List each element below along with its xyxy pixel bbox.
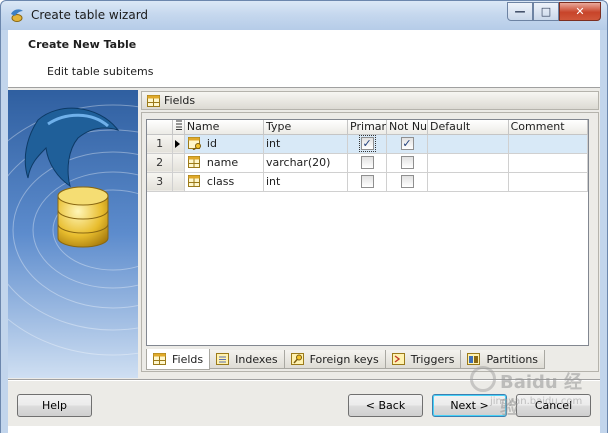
checkmark-icon: ✓ bbox=[358, 135, 376, 152]
row-number: 3 bbox=[147, 172, 174, 192]
field-default-cell[interactable] bbox=[427, 134, 509, 154]
indexes-icon bbox=[216, 353, 230, 365]
close-button[interactable]: ✕ bbox=[559, 2, 601, 21]
grid-header-row: Name Type Primar Not Nu Default Comment bbox=[147, 120, 589, 135]
primary-checkbox[interactable] bbox=[347, 153, 388, 173]
checkbox-box bbox=[400, 175, 414, 189]
next-button[interactable]: Next > bbox=[432, 394, 507, 417]
field-name: id bbox=[206, 137, 217, 150]
wizard-body: Fields Name Type Primar Not Nu Default C… bbox=[8, 88, 600, 426]
tab-triggers[interactable]: Triggers bbox=[384, 350, 462, 369]
page-title: Create New Table bbox=[28, 38, 137, 51]
field-type-cell[interactable]: int bbox=[263, 134, 349, 154]
row-indicator bbox=[172, 153, 185, 173]
field-comment-cell[interactable] bbox=[508, 153, 589, 173]
footer-separator bbox=[8, 379, 600, 381]
column-header-default[interactable]: Default bbox=[427, 120, 509, 135]
minimize-icon: — bbox=[514, 5, 526, 18]
field-default-cell[interactable] bbox=[427, 153, 509, 173]
key-icon bbox=[290, 353, 304, 365]
field-name: class bbox=[206, 175, 235, 188]
cancel-button-label: Cancel bbox=[534, 399, 573, 412]
checkbox-box bbox=[400, 156, 414, 170]
window-title: Create table wizard bbox=[31, 8, 149, 22]
tab-label: Foreign keys bbox=[309, 352, 379, 366]
field-default-cell[interactable] bbox=[427, 172, 509, 192]
checkbox-box bbox=[360, 175, 374, 189]
title-bar: Create table wizard — □ ✕ bbox=[0, 0, 608, 30]
tab-fields[interactable]: Fields bbox=[146, 349, 211, 370]
checkbox-box bbox=[360, 156, 374, 170]
partitions-icon bbox=[467, 353, 481, 365]
field-icon bbox=[187, 175, 200, 187]
table-row[interactable]: 2 name varchar(20) bbox=[147, 153, 589, 173]
back-button[interactable]: < Back bbox=[348, 394, 423, 417]
row-number: 2 bbox=[147, 153, 174, 173]
fields-section-header: Fields bbox=[141, 91, 599, 110]
fields-section-label: Fields bbox=[164, 94, 196, 107]
window-frame-left bbox=[0, 30, 8, 433]
tab-label: Indexes bbox=[235, 352, 278, 366]
column-header-type[interactable]: Type bbox=[263, 120, 349, 135]
fields-grid[interactable]: Name Type Primar Not Nu Default Comment … bbox=[146, 119, 589, 346]
window-frame-right bbox=[600, 30, 608, 433]
row-indicator bbox=[172, 134, 185, 154]
table-icon bbox=[147, 94, 160, 107]
current-row-pointer-icon bbox=[175, 140, 181, 148]
subitem-tabs: Fields Indexes Foreign keys Triggers Par… bbox=[146, 349, 546, 371]
column-header-name[interactable]: Name bbox=[184, 120, 265, 135]
fields-panel: Name Type Primar Not Nu Default Comment … bbox=[141, 112, 599, 372]
field-comment-cell[interactable] bbox=[508, 134, 589, 154]
not-null-checkbox[interactable] bbox=[386, 153, 429, 173]
primary-key-field-icon bbox=[187, 137, 201, 150]
cancel-button[interactable]: Cancel bbox=[516, 394, 591, 417]
back-button-label: < Back bbox=[365, 399, 406, 412]
field-comment-cell[interactable] bbox=[508, 172, 589, 192]
next-button-label: Next > bbox=[450, 399, 489, 412]
checkmark-icon: ✓ bbox=[400, 137, 414, 151]
wizard-banner-image bbox=[8, 90, 138, 378]
column-header-primary[interactable]: Primar bbox=[347, 120, 388, 135]
field-name-cell[interactable]: class bbox=[184, 172, 265, 192]
column-header-comment[interactable]: Comment bbox=[508, 120, 589, 135]
window-controls: — □ ✕ bbox=[507, 2, 601, 21]
page-subtitle: Edit table subitems bbox=[47, 65, 154, 78]
column-header-not-null[interactable]: Not Nu bbox=[386, 120, 429, 135]
maximize-button[interactable]: □ bbox=[533, 2, 559, 21]
help-button-label: Help bbox=[41, 399, 68, 412]
maximize-icon: □ bbox=[540, 5, 552, 18]
table-row[interactable]: 1 id int ✓ ✓ bbox=[147, 134, 589, 154]
tab-label: Partitions bbox=[486, 352, 539, 366]
row-number-header bbox=[147, 120, 174, 135]
row-number: 1 bbox=[147, 134, 174, 154]
field-name-cell[interactable]: id bbox=[184, 134, 265, 154]
primary-checkbox[interactable]: ✓ bbox=[347, 134, 388, 154]
primary-checkbox[interactable] bbox=[347, 172, 388, 192]
fields-icon bbox=[153, 353, 166, 365]
triggers-icon bbox=[391, 353, 405, 365]
close-icon: ✕ bbox=[575, 5, 585, 18]
wizard-header: Create New Table Edit table subitems bbox=[8, 30, 600, 88]
app-icon bbox=[11, 9, 23, 22]
help-button[interactable]: Help bbox=[17, 394, 92, 417]
field-name-cell[interactable]: name bbox=[184, 153, 265, 173]
minimize-button[interactable]: — bbox=[507, 2, 533, 21]
tab-partitions[interactable]: Partitions bbox=[460, 350, 546, 369]
column-chooser-icon[interactable] bbox=[172, 120, 185, 135]
field-type-cell[interactable]: varchar(20) bbox=[263, 153, 349, 173]
tab-indexes[interactable]: Indexes bbox=[209, 350, 285, 369]
not-null-checkbox[interactable]: ✓ bbox=[386, 134, 429, 154]
not-null-checkbox[interactable] bbox=[386, 172, 429, 192]
table-row[interactable]: 3 class int bbox=[147, 172, 589, 192]
field-icon bbox=[187, 156, 200, 168]
tab-foreign-keys[interactable]: Foreign keys bbox=[283, 350, 386, 369]
field-name: name bbox=[206, 156, 239, 169]
field-type-cell[interactable]: int bbox=[263, 172, 349, 192]
tab-label: Triggers bbox=[410, 352, 455, 366]
tab-label: Fields bbox=[172, 352, 204, 366]
row-indicator bbox=[172, 172, 185, 192]
